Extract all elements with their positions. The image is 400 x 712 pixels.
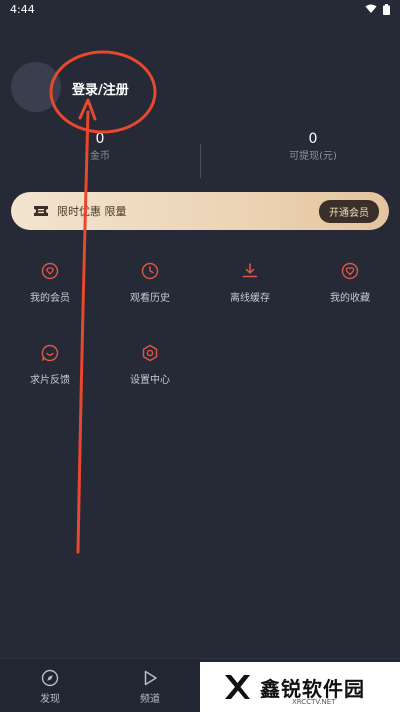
coins-stat[interactable]: 0 金币 — [0, 128, 200, 164]
menu-label: 我的会员 — [30, 293, 70, 304]
promo-text: 限时优惠 限量 — [57, 205, 127, 218]
status-bar: 4:44 — [0, 0, 400, 18]
diamond-icon — [41, 262, 59, 280]
withdrawable-value: 0 — [308, 131, 318, 147]
coins-value: 0 — [95, 131, 105, 147]
compass-icon — [41, 669, 59, 687]
nav-channel[interactable]: 频道 — [120, 669, 180, 705]
clock-icon — [141, 262, 159, 280]
login-register-link[interactable]: 登录/注册 — [72, 79, 129, 98]
coins-label: 金币 — [90, 151, 110, 162]
withdrawable-label: 可提现(元) — [289, 151, 337, 162]
menu-item-settings[interactable]: 设置中心 — [100, 344, 200, 386]
menu-label: 我的收藏 — [330, 293, 370, 304]
settings-icon — [142, 344, 158, 362]
feedback-icon — [41, 344, 59, 362]
nav-label: 发现 — [40, 694, 60, 705]
watermark-url: XRCCTV.NET — [292, 698, 336, 706]
download-icon — [242, 263, 258, 278]
menu-item-watch-history[interactable]: 观看历史 — [100, 262, 200, 304]
menu-label: 观看历史 — [130, 293, 170, 304]
avatar[interactable] — [11, 62, 61, 112]
menu-item-favorites[interactable]: 我的收藏 — [300, 262, 400, 304]
status-time: 4:44 — [10, 2, 35, 16]
menu-label: 求片反馈 — [30, 375, 70, 386]
play-icon — [144, 670, 157, 686]
menu-label: 设置中心 — [130, 375, 170, 386]
vip-banner[interactable]: 限时优惠 限量 开通会员 — [11, 192, 389, 230]
watermark-logo-icon — [225, 675, 250, 699]
menu-item-offline-cache[interactable]: 离线缓存 — [200, 262, 300, 304]
open-vip-button[interactable]: 开通会员 — [319, 199, 379, 223]
withdrawable-stat[interactable]: 0 可提现(元) — [213, 128, 400, 164]
stats-divider — [200, 144, 201, 178]
ticket-icon — [34, 206, 48, 216]
heart-icon — [341, 262, 359, 280]
menu-item-request-feedback[interactable]: 求片反馈 — [0, 344, 100, 386]
nav-discover[interactable]: 发现 — [20, 669, 80, 705]
menu-label: 离线缓存 — [230, 293, 270, 304]
wifi-icon — [365, 4, 377, 13]
watermark: 鑫锐软件园 XRCCTV.NET — [200, 662, 400, 712]
status-icons — [365, 3, 390, 15]
nav-label: 频道 — [140, 694, 160, 705]
menu-item-my-vip[interactable]: 我的会员 — [0, 262, 100, 304]
battery-icon — [383, 3, 390, 15]
annotation-arrow-head — [78, 98, 97, 121]
